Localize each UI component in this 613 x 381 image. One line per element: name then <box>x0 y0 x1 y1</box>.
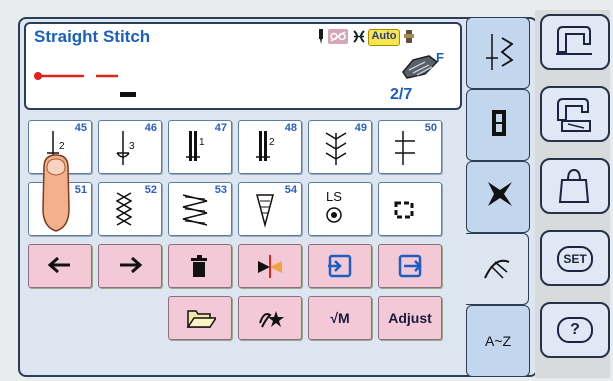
stitch-button-ls[interactable]: LS <box>308 182 372 236</box>
tab-buttonhole[interactable] <box>466 89 530 161</box>
decorative-stitch-icon <box>488 182 512 206</box>
cross-stitch-icon <box>395 131 415 165</box>
stitch-button-46[interactable]: 46 3 <box>98 120 162 174</box>
stitch-number: 52 <box>144 184 157 196</box>
stitch-display: Straight Stitch Auto F 2/7 <box>24 22 462 110</box>
svg-text:3: 3 <box>129 141 135 152</box>
arrow-right-icon <box>120 256 143 274</box>
set-label: SET <box>557 246 593 272</box>
stitch-button-50[interactable]: 50 <box>378 120 442 174</box>
sewing-mode-button[interactable] <box>540 14 610 70</box>
quilt-stitch-icon <box>484 259 510 279</box>
help-label: ? <box>557 317 593 343</box>
presser-foot-icon <box>399 54 439 80</box>
arrow-stitch-icon <box>256 194 274 228</box>
bartack-stitch-icon: 3 <box>116 131 135 165</box>
stitch-grid: 45 2 46 3 47 1 48 2 49 50 51 52 53 54 LS <box>24 120 456 368</box>
tension-icon <box>352 29 366 44</box>
stitch-star-icon <box>259 311 284 328</box>
memory-button[interactable]: √M <box>308 296 372 340</box>
mirror-icon <box>258 255 282 278</box>
tab-quilt-stitch[interactable] <box>466 233 529 305</box>
stitch-number: 54 <box>284 184 297 196</box>
tool-icon <box>403 29 415 44</box>
stitch-number: 45 <box>74 122 87 134</box>
stitch-number: 48 <box>284 122 297 134</box>
stitch-number: 49 <box>354 122 367 134</box>
export-icon <box>398 254 422 278</box>
needle-position-mark <box>120 92 136 97</box>
trash-icon <box>191 255 207 277</box>
buttonhole-stitch-icon: 1 <box>186 131 205 161</box>
stitch-number: 53 <box>214 184 227 196</box>
import-button[interactable] <box>308 244 372 288</box>
delete-button[interactable] <box>168 244 232 288</box>
tab-alphabet[interactable]: A~Z <box>466 305 530 377</box>
auto-tension-badge: Auto <box>368 29 400 46</box>
folder-open-icon <box>186 310 216 328</box>
svg-text:1: 1 <box>199 137 205 148</box>
stitch-number: 51 <box>74 184 87 196</box>
stitch-number: 46 <box>144 122 157 134</box>
tab-decorative-stitch[interactable] <box>466 161 530 233</box>
zigzag-stitch-icon <box>182 194 208 226</box>
thread-cutter-icon <box>328 29 348 44</box>
buttonhole-stitch-icon: 2 <box>256 131 275 161</box>
stitch-button-49[interactable]: 49 <box>308 120 372 174</box>
utility-stitch-icon <box>486 34 514 70</box>
category-tabs: A~Z <box>466 17 532 377</box>
stitch-number: 47 <box>214 122 227 134</box>
stitch-button-square[interactable] <box>378 182 442 236</box>
function-panel: SET ? <box>535 10 610 378</box>
svg-text:2: 2 <box>269 137 275 148</box>
feather-stitch-icon <box>325 132 347 165</box>
needle-icon <box>317 29 325 44</box>
ls-stitch-icon: LS <box>326 189 342 223</box>
stitch-button-47[interactable]: 47 1 <box>168 120 232 174</box>
import-icon <box>328 254 352 278</box>
arrow-left-icon <box>47 256 70 274</box>
mirror-image-button[interactable] <box>238 244 302 288</box>
stitch-preview <box>32 66 122 86</box>
tab-utility-stitch[interactable] <box>466 17 530 89</box>
stitch-button-54[interactable]: 54 <box>238 182 302 236</box>
adjust-button[interactable]: Adjust <box>378 296 442 340</box>
embroidery-mode-button[interactable] <box>540 86 610 142</box>
stitch-button-48[interactable]: 48 2 <box>238 120 302 174</box>
square-stitch-icon <box>394 201 414 219</box>
settings-button[interactable]: SET <box>540 230 610 286</box>
embroidery-machine-icon <box>557 98 591 132</box>
presser-foot-letter: F <box>436 50 444 65</box>
open-file-button[interactable] <box>168 296 232 340</box>
stitch-number: 50 <box>424 122 437 134</box>
sewing-machine-icon <box>556 26 592 55</box>
buttonhole-icon <box>492 110 506 136</box>
export-button[interactable] <box>378 244 442 288</box>
right-arrow-button[interactable] <box>98 244 162 288</box>
stitch-name: Straight Stitch <box>34 27 151 46</box>
help-button[interactable]: ? <box>540 302 610 358</box>
bag-icon <box>558 168 590 203</box>
stitch-button-52[interactable]: 52 <box>98 182 162 236</box>
ls-label: LS <box>326 189 342 204</box>
bag-button[interactable] <box>540 158 610 214</box>
svg-text:2: 2 <box>59 141 65 152</box>
smocking-stitch-icon <box>115 192 133 226</box>
page-indicator: 2/7 <box>390 86 413 103</box>
finger-pointer-icon <box>38 153 74 233</box>
left-arrow-button[interactable] <box>28 244 92 288</box>
favorite-stitch-button[interactable] <box>238 296 302 340</box>
stitch-button-53[interactable]: 53 <box>168 182 232 236</box>
